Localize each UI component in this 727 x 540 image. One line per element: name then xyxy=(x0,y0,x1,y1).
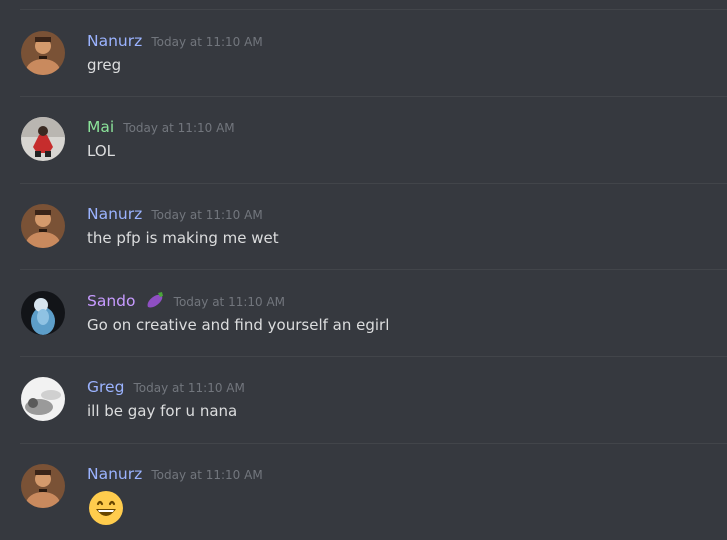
timestamp: Today at 11:10 AM xyxy=(151,468,263,482)
message-header: Nanurz Today at 11:10 AM xyxy=(87,31,263,50)
username[interactable]: Sando xyxy=(87,292,135,310)
message-text: LOL xyxy=(87,142,115,160)
grayscale-photo-avatar-icon xyxy=(21,377,65,421)
chat-message-list: Nanurz Today at 11:10 AM greg Mai Today … xyxy=(0,0,727,540)
avatar[interactable] xyxy=(21,377,65,421)
avatar[interactable] xyxy=(21,31,65,75)
message-text: the pfp is making me wet xyxy=(87,229,279,247)
chat-message: Sando Today at 11:10 AM Go on creative a… xyxy=(0,270,727,356)
message-header: Nanurz Today at 11:10 AM xyxy=(87,204,263,223)
message-text: Go on creative and find yourself an egir… xyxy=(87,316,390,334)
red-jacket-person-avatar-icon xyxy=(21,117,65,161)
username[interactable]: Greg xyxy=(87,378,124,396)
chat-message: Nanurz Today at 11:10 AM greg xyxy=(0,10,727,96)
chat-message: Greg Today at 11:10 AM ill be gay for u … xyxy=(0,356,727,442)
timestamp: Today at 11:10 AM xyxy=(123,121,235,135)
avatar[interactable] xyxy=(21,204,65,248)
username[interactable]: Mai xyxy=(87,118,114,136)
message-text: ill be gay for u nana xyxy=(87,402,238,420)
grinning-face-emoji-icon xyxy=(89,491,123,525)
timestamp: Today at 11:10 AM xyxy=(173,295,286,309)
message-header: Sando Today at 11:10 AM xyxy=(87,291,285,310)
timestamp: Today at 11:10 AM xyxy=(133,381,245,395)
message-header: Mai Today at 11:10 AM xyxy=(87,117,235,136)
avatar[interactable] xyxy=(21,117,65,161)
avatar[interactable] xyxy=(21,464,65,508)
chat-message: Nanurz Today at 11:10 AM the pfp is maki… xyxy=(0,183,727,269)
shirtless-man-avatar-icon xyxy=(21,464,65,508)
username[interactable]: Nanurz xyxy=(87,465,142,483)
message-text: greg xyxy=(87,56,122,74)
shirtless-man-avatar-icon xyxy=(21,31,65,75)
timestamp: Today at 11:10 AM xyxy=(151,35,263,49)
message-header: Nanurz Today at 11:10 AM xyxy=(87,464,263,483)
shirtless-man-avatar-icon xyxy=(21,204,65,248)
username[interactable]: Nanurz xyxy=(87,205,142,223)
eggplant-emoji-icon xyxy=(147,292,163,308)
message-header: Greg Today at 11:10 AM xyxy=(87,377,245,396)
timestamp: Today at 11:10 AM xyxy=(151,208,263,222)
chat-message: Mai Today at 11:10 AM LOL xyxy=(0,96,727,182)
username[interactable]: Nanurz xyxy=(87,32,142,50)
avatar[interactable] xyxy=(21,291,65,335)
blue-figure-avatar-icon xyxy=(21,291,65,335)
